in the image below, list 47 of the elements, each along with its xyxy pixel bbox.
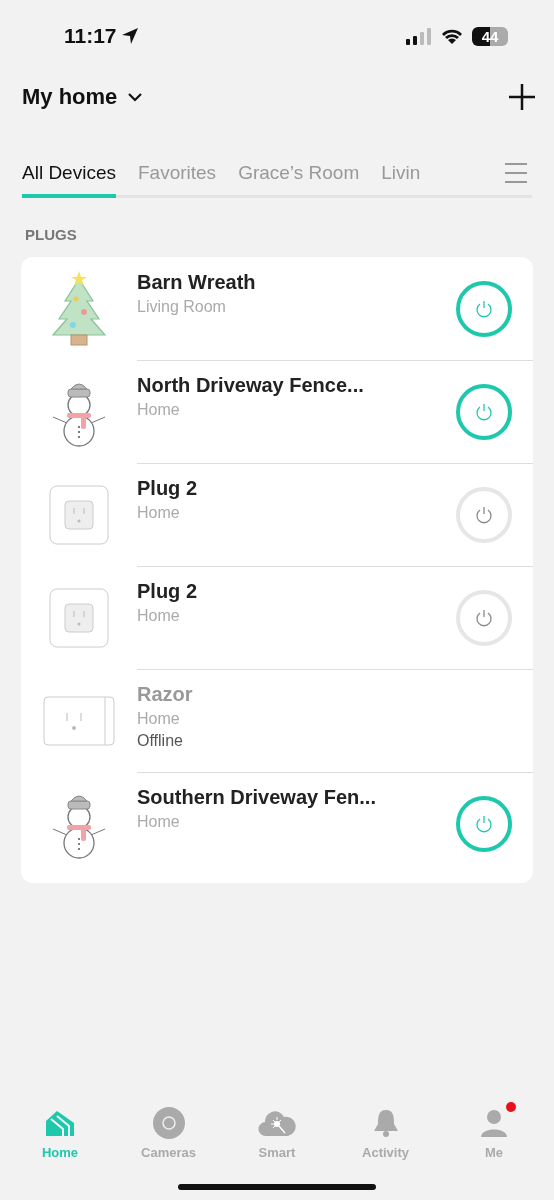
power-icon xyxy=(474,607,494,628)
power-icon xyxy=(474,401,494,422)
smart-plug-icon xyxy=(49,587,109,648)
device-name[interactable]: Southern Driveway Fen... xyxy=(137,786,456,809)
signal-icon xyxy=(406,27,432,45)
smart-plug-icon xyxy=(49,484,109,545)
nav-tab[interactable]: Home xyxy=(20,1099,100,1160)
chevron-down-icon[interactable] xyxy=(127,92,144,102)
device-name[interactable]: Razor xyxy=(137,683,533,706)
device-room: Home xyxy=(137,813,181,831)
add-icon[interactable] xyxy=(508,83,536,111)
nav-tab[interactable]: Cameras xyxy=(128,1099,209,1160)
nav-tab[interactable]: Me xyxy=(454,1099,534,1160)
power-icon xyxy=(474,813,494,834)
device-room: Home xyxy=(137,607,181,625)
home-title: My home xyxy=(22,84,118,110)
device-room: Home xyxy=(137,710,181,728)
device-name[interactable]: Plug 2 xyxy=(137,580,456,603)
camera-icon xyxy=(152,1107,185,1139)
smart-plug-icon xyxy=(43,695,115,746)
wifi-icon xyxy=(440,27,464,45)
home-icon xyxy=(45,1109,75,1137)
device-room: Home xyxy=(137,504,181,522)
nav-tab[interactable]: Activity xyxy=(345,1099,426,1160)
power-button[interactable] xyxy=(456,383,512,440)
device-status: Offline xyxy=(137,732,184,750)
room-tab[interactable]: Favorites xyxy=(138,162,217,198)
device-room: Living Room xyxy=(137,298,227,316)
person-icon xyxy=(480,1108,508,1138)
location-arrow-icon xyxy=(120,27,139,45)
power-button[interactable] xyxy=(456,795,512,852)
room-tab[interactable]: Grace’s Room xyxy=(238,162,360,198)
menu-icon[interactable] xyxy=(504,162,528,184)
nav-tab[interactable]: Smart xyxy=(237,1099,317,1160)
section-heading: PLUGS xyxy=(25,226,78,243)
power-button[interactable] xyxy=(456,280,512,337)
device-name[interactable]: Barn Wreath xyxy=(137,271,456,294)
clock-time: 11:17 xyxy=(64,24,117,48)
power-icon xyxy=(474,298,494,319)
bell-icon xyxy=(371,1108,400,1138)
device-name[interactable]: Plug 2 xyxy=(137,477,456,500)
room-tab[interactable]: Livin xyxy=(381,162,421,198)
cloud-wand-icon xyxy=(258,1109,296,1137)
device-name[interactable]: North Driveway Fence... xyxy=(137,374,456,397)
device-room: Home xyxy=(137,401,181,419)
room-tab[interactable]: All Devices xyxy=(22,162,116,198)
power-icon xyxy=(474,504,494,525)
